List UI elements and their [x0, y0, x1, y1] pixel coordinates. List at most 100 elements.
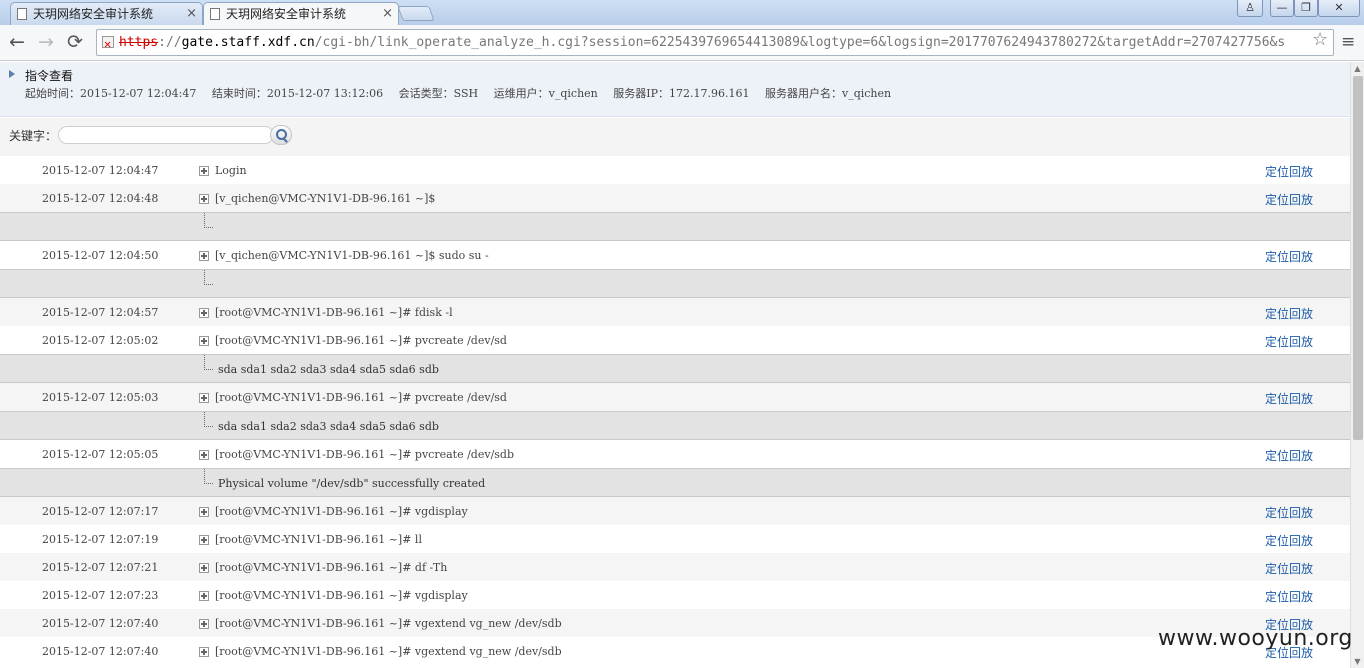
- forward-icon[interactable]: →: [34, 31, 58, 53]
- command-output-row: [0, 269, 1350, 298]
- command-text: [root@VMC-YN1V1-DB-96.161 ~]# ll: [215, 533, 422, 546]
- command-text: [root@VMC-YN1V1-DB-96.161 ~]# vgdisplay: [215, 505, 468, 518]
- command-text: [root@VMC-YN1V1-DB-96.161 ~]# pvcreate /…: [215, 448, 514, 461]
- expand-plus-icon[interactable]: [199, 450, 209, 460]
- scrollbar-thumb[interactable]: [1353, 76, 1363, 440]
- expand-plus-icon[interactable]: [199, 647, 209, 657]
- command-output: sda sda1 sda2 sda3 sda4 sda5 sda6 sdb: [218, 363, 439, 376]
- command-row: 2015-12-07 12:04:48 [v_qichen@VMC-YN1V1-D…: [0, 184, 1350, 212]
- scroll-up-icon[interactable]: ▲: [1351, 62, 1364, 75]
- command-time: 2015-12-07 12:07:23: [42, 589, 159, 602]
- command-row: 2015-12-07 12:04:50 [v_qichen@VMC-YN1V1-D…: [0, 241, 1350, 269]
- expand-plus-icon[interactable]: [199, 308, 209, 318]
- locate-playback-link[interactable]: 定位回放: [1265, 532, 1313, 549]
- scroll-down-icon[interactable]: ▼: [1351, 655, 1364, 668]
- command-output-row: Physical volume "/dev/sdb" successfully …: [0, 468, 1350, 497]
- command-time: 2015-12-07 12:05:03: [42, 391, 159, 404]
- close-window-button[interactable]: ✕: [1318, 0, 1360, 17]
- insecure-lock-icon[interactable]: [102, 32, 114, 55]
- command-time: 2015-12-07 12:04:47: [42, 164, 159, 177]
- bookmark-star-icon[interactable]: ☆: [1312, 29, 1328, 50]
- end-time: 结束时间：2015-12-07 13:12:06: [211, 87, 384, 100]
- browser-tab-active[interactable]: 天玥网络安全审计系统 ×: [203, 2, 399, 25]
- watermark: www.wooyun.org: [1158, 626, 1353, 651]
- command-output: sda sda1 sda2 sda3 sda4 sda5 sda6 sdb: [218, 420, 439, 433]
- command-text: [root@VMC-YN1V1-DB-96.161 ~]# pvcreate /…: [215, 391, 507, 404]
- expand-plus-icon[interactable]: [199, 194, 209, 204]
- expand-plus-icon[interactable]: [199, 563, 209, 573]
- command-output: Physical volume "/dev/sdb" successfully …: [218, 477, 486, 490]
- expand-arrow-icon: [9, 70, 15, 78]
- locate-playback-link[interactable]: 定位回放: [1265, 504, 1313, 521]
- minimize-button[interactable]: —: [1270, 0, 1294, 17]
- tree-connector: [204, 469, 213, 484]
- url-scheme: https: [119, 35, 159, 50]
- command-row: 2015-12-07 12:07:17 [root@VMC-YN1V1-DB-96…: [0, 497, 1350, 525]
- command-text: [root@VMC-YN1V1-DB-96.161 ~]# fdisk -l: [215, 306, 453, 319]
- expand-plus-icon[interactable]: [199, 336, 209, 346]
- locate-playback-link[interactable]: 定位回放: [1265, 447, 1313, 464]
- start-time: 起始时间：2015-12-07 12:04:47: [25, 87, 197, 100]
- expand-plus-icon[interactable]: [199, 507, 209, 517]
- keyword-label: 关键字：: [9, 129, 58, 143]
- expand-plus-icon[interactable]: [199, 591, 209, 601]
- locate-playback-link[interactable]: 定位回放: [1265, 248, 1313, 265]
- command-row: 2015-12-07 12:05:02 [root@VMC-YN1V1-DB-96…: [0, 326, 1350, 354]
- url-separator: ://: [158, 35, 182, 50]
- command-text: [root@VMC-YN1V1-DB-96.161 ~]# vgdisplay: [215, 589, 468, 602]
- tree-connector: [204, 270, 213, 285]
- expand-plus-icon[interactable]: [199, 535, 209, 545]
- command-output-row: sda sda1 sda2 sda3 sda4 sda5 sda6 sdb: [0, 354, 1350, 383]
- tab-title: 天玥网络安全审计系统: [226, 7, 347, 21]
- command-text: [root@VMC-YN1V1-DB-96.161 ~]# vgextend v…: [215, 617, 562, 630]
- url-host: gate.staff.xdf.cn: [181, 35, 315, 50]
- tab-strip: 天玥网络安全审计系统 × 天玥网络安全审计系统 × ♙ — ❐ ✕: [0, 0, 1364, 25]
- command-time: 2015-12-07 12:07:19: [42, 533, 159, 546]
- command-output-row: [0, 212, 1350, 241]
- locate-playback-link[interactable]: 定位回放: [1265, 390, 1313, 407]
- keyword-search-bar: 关键字：: [0, 118, 1350, 156]
- page-icon: [210, 8, 220, 20]
- keyword-input[interactable]: [58, 126, 274, 144]
- reload-icon[interactable]: ⟳: [63, 31, 87, 53]
- command-time: 2015-12-07 12:07:40: [42, 617, 159, 630]
- locate-playback-link[interactable]: 定位回放: [1265, 560, 1313, 577]
- restore-button[interactable]: ❐: [1294, 0, 1318, 17]
- command-text: [v_qichen@VMC-YN1V1-DB-96.161 ~]$ sudo s…: [215, 249, 489, 262]
- locate-playback-link[interactable]: 定位回放: [1265, 588, 1313, 605]
- user-icon[interactable]: ♙: [1237, 0, 1263, 17]
- command-row: 2015-12-07 12:05:05 [root@VMC-YN1V1-DB-96…: [0, 440, 1350, 468]
- tree-connector: [204, 355, 213, 370]
- command-time: 2015-12-07 12:04:50: [42, 249, 159, 262]
- locate-playback-link[interactable]: 定位回放: [1265, 305, 1313, 322]
- command-time: 2015-12-07 12:07:21: [42, 561, 159, 574]
- browser-tab[interactable]: 天玥网络安全审计系统 ×: [10, 2, 203, 25]
- command-text: [root@VMC-YN1V1-DB-96.161 ~]# df -Th: [215, 561, 448, 574]
- address-bar[interactable]: https://gate.staff.xdf.cn/cgi-bh/link_op…: [96, 29, 1334, 56]
- expand-plus-icon[interactable]: [199, 166, 209, 176]
- vertical-scrollbar[interactable]: ▲ ▼: [1350, 62, 1364, 668]
- locate-playback-link[interactable]: 定位回放: [1265, 333, 1313, 350]
- locate-playback-link[interactable]: 定位回放: [1265, 191, 1313, 208]
- new-tab-button[interactable]: [397, 6, 435, 21]
- command-row: 2015-12-07 12:04:47 Login 定位回放: [0, 156, 1350, 184]
- locate-playback-link[interactable]: 定位回放: [1265, 163, 1313, 180]
- page-icon: [17, 8, 27, 20]
- command-time: 2015-12-07 12:04:48: [42, 192, 159, 205]
- session-type: 会话类型：SSH: [398, 87, 479, 100]
- command-text: Login: [215, 164, 247, 177]
- menu-icon[interactable]: ≡: [1341, 32, 1355, 52]
- command-row: 2015-12-07 12:07:40 [root@VMC-YN1V1-DB-96…: [0, 609, 1350, 637]
- command-row: 2015-12-07 12:07:21 [root@VMC-YN1V1-DB-96…: [0, 553, 1350, 581]
- command-text: [root@VMC-YN1V1-DB-96.161 ~]# pvcreate /…: [215, 334, 507, 347]
- expand-plus-icon[interactable]: [199, 393, 209, 403]
- expand-plus-icon[interactable]: [199, 251, 209, 261]
- close-tab-icon[interactable]: ×: [382, 3, 393, 25]
- back-icon[interactable]: ←: [5, 31, 29, 53]
- close-tab-icon[interactable]: ×: [186, 3, 197, 25]
- command-row: 2015-12-07 12:07:40 [root@VMC-YN1V1-DB-96…: [0, 637, 1350, 665]
- search-icon[interactable]: [270, 125, 292, 145]
- expand-plus-icon[interactable]: [199, 619, 209, 629]
- url-path: /cgi-bh/link_operate_analyze_h.cgi?sessi…: [314, 35, 1286, 50]
- tab-title: 天玥网络安全审计系统: [33, 7, 154, 21]
